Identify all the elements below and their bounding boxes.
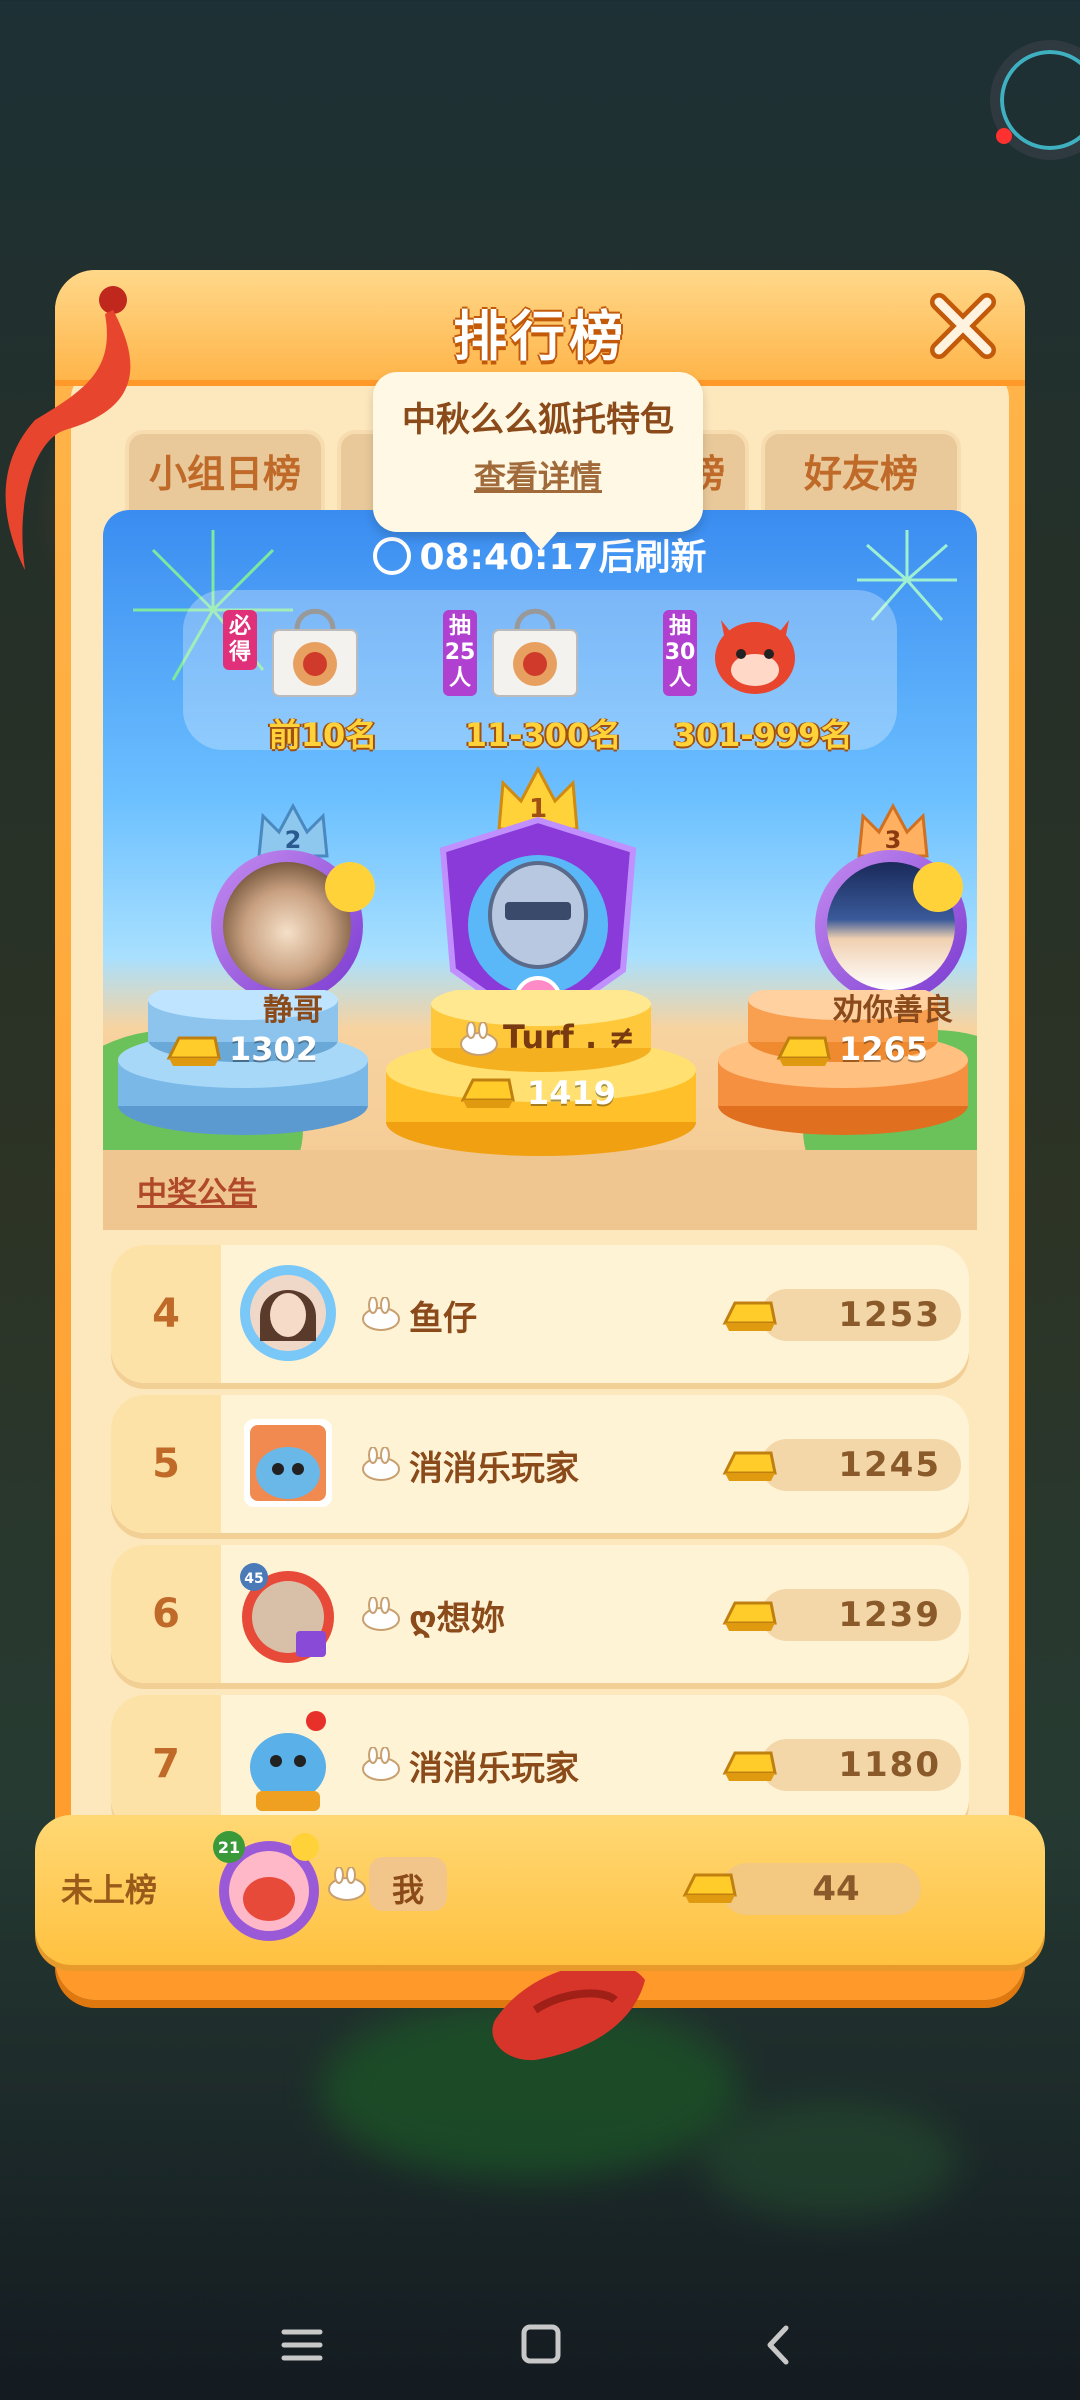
rabbit-icon — [362, 1447, 400, 1481]
my-score: 44 — [812, 1869, 860, 1909]
gold-bar-icon — [722, 1751, 777, 1781]
table-row[interactable]: 6 45 ღ想妳 1239 — [111, 1545, 969, 1683]
table-row[interactable]: 4 鱼仔 1253 — [111, 1245, 969, 1383]
row-rank: 5 — [111, 1395, 221, 1533]
tab-group-daily[interactable]: 小组日榜 — [125, 430, 325, 510]
row-score: 1239 — [838, 1595, 941, 1635]
view-details-link[interactable]: 查看详情 — [373, 452, 703, 498]
my-name-box: 我 — [369, 1857, 447, 1911]
rabbit-icon — [362, 1747, 400, 1781]
row-rank: 6 — [111, 1545, 221, 1683]
svg-text:21: 21 — [218, 1838, 240, 1857]
reward-strip: 必得 前10名 抽25人 11-300名 抽30人 301-999名 — [183, 590, 897, 754]
reward-range: 11-300名 — [464, 716, 622, 754]
notification-dot — [996, 128, 1012, 144]
clock-icon — [373, 537, 412, 575]
row-name: 鱼仔 — [409, 1299, 477, 1339]
reward-range: 301-999名 — [673, 716, 853, 754]
reward-badge: 抽30人 — [663, 610, 697, 696]
podium-score: 1265 — [839, 1030, 929, 1068]
system-nav-bar — [0, 2290, 1080, 2400]
avatar-badge — [325, 862, 375, 912]
row-name: 消消乐玩家 — [409, 1449, 579, 1489]
gift-bag-icon — [492, 608, 578, 697]
svg-text:45: 45 — [244, 1571, 263, 1587]
avatar: 21 — [213, 1831, 319, 1941]
row-rank: 4 — [111, 1245, 221, 1383]
avatar — [244, 1419, 332, 1507]
reward-range: 前10名 — [268, 716, 378, 754]
score-box: 1253 — [761, 1289, 961, 1341]
gold-bar-icon — [166, 1036, 221, 1066]
fox-plush-icon — [715, 620, 795, 694]
close-button[interactable] — [925, 288, 1001, 364]
avatar-badge — [913, 862, 963, 912]
rabbit-icon — [362, 1597, 400, 1631]
gold-bar-icon — [722, 1301, 777, 1331]
table-row[interactable]: 7 消消乐玩家 1180 — [111, 1695, 969, 1833]
rabbit-icon — [362, 1297, 400, 1331]
gold-bar-icon — [460, 1078, 515, 1108]
tab-friends[interactable]: 好友榜 — [761, 430, 961, 510]
tooltip-title: 中秋么么狐托特包 — [402, 400, 674, 440]
table-row[interactable]: 5 消消乐玩家 1245 — [111, 1395, 969, 1533]
gold-bar-icon — [722, 1451, 777, 1481]
podium-score: 1302 — [229, 1030, 319, 1068]
prize-tooltip: 中秋么么狐托特包 查看详情 — [373, 372, 703, 550]
score-box: 1180 — [761, 1739, 961, 1791]
my-rank-row[interactable]: 未上榜 21 我 44 — [35, 1815, 1045, 1965]
gold-bar-icon — [722, 1601, 777, 1631]
reward-badge: 必得 — [223, 610, 257, 670]
panel-title: 排行榜 — [453, 305, 627, 368]
avatar: 45 — [240, 1563, 334, 1663]
podium-score: 1419 — [527, 1074, 617, 1112]
row-score: 1253 — [838, 1295, 941, 1335]
reward-301-999[interactable]: 抽30人 301-999名 — [663, 600, 883, 754]
rabbit-icon — [328, 1867, 366, 1901]
reward-11-300[interactable]: 抽25人 11-300名 — [443, 600, 663, 754]
score-box: 1245 — [761, 1439, 961, 1491]
row-score: 1245 — [838, 1445, 941, 1485]
avatar — [240, 1265, 336, 1361]
podium-name: 劝你善良 — [833, 993, 953, 1028]
reward-badge: 抽25人 — [443, 610, 477, 696]
winner-announcement-link[interactable]: 中奖公告 — [137, 1168, 257, 1212]
row-score: 1180 — [838, 1745, 941, 1785]
score-box: 1239 — [761, 1589, 961, 1641]
leaderboard-panel: 排行榜 小组日榜 全国日 总榜 好友榜 — [5, 270, 1045, 2061]
row-rank: 7 — [111, 1695, 221, 1833]
gift-bag-icon — [272, 608, 358, 697]
rabbit-icon — [460, 1022, 498, 1056]
score-box: 44 — [721, 1863, 921, 1915]
panel-header: 排行榜 — [55, 270, 1025, 386]
reward-top10[interactable]: 必得 前10名 — [223, 600, 443, 754]
close-icon — [930, 293, 996, 359]
row-name: 消消乐玩家 — [409, 1749, 579, 1789]
gold-bar-icon — [776, 1036, 831, 1066]
refresh-text: 08:40:17后刷新 — [419, 537, 707, 578]
my-rank-status: 未上榜 — [61, 1871, 158, 1909]
gold-bar-icon — [682, 1873, 737, 1903]
row-name: ღ想妳 — [409, 1599, 505, 1639]
back-icon[interactable] — [738, 2310, 818, 2380]
podium-name: Turf . ≠ — [503, 1018, 636, 1056]
home-icon[interactable] — [500, 2310, 580, 2380]
my-name: 我 — [391, 1871, 424, 1909]
leaderboard-stage: 08:40:17后刷新 必得 前10名 抽25人 11-300名 抽30人 30… — [103, 510, 977, 1230]
menu-icon[interactable] — [262, 2310, 342, 2380]
avatar — [250, 1711, 326, 1811]
